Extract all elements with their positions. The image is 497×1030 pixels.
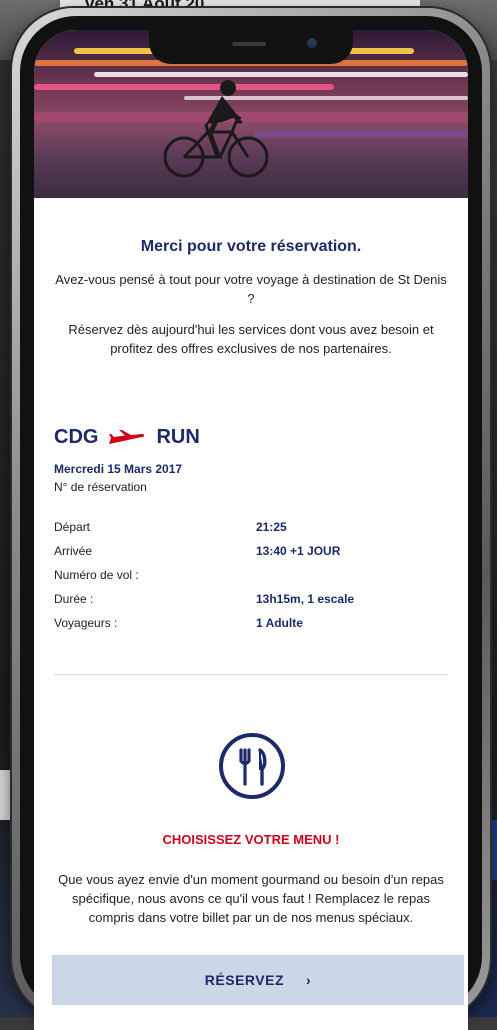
speaker-grille bbox=[232, 42, 266, 46]
detail-value: 21:25 bbox=[256, 520, 287, 534]
detail-row-flight-number: Numéro de vol : bbox=[54, 568, 448, 586]
flight-date: Mercredi 15 Mars 2017 bbox=[54, 462, 183, 476]
detail-label: Durée : bbox=[54, 592, 94, 606]
chevron-right-icon: › bbox=[306, 972, 312, 988]
detail-row-arrival: Arrivée 13:40 +1 JOUR bbox=[54, 544, 448, 562]
detail-label: Numéro de vol : bbox=[54, 568, 139, 582]
airplane-icon bbox=[109, 429, 145, 444]
phone-notch bbox=[149, 30, 353, 64]
menu-description: Que vous ayez envie d'un moment gourmand… bbox=[58, 872, 444, 925]
detail-value: 1 Adulte bbox=[256, 616, 303, 630]
detail-row-duration: Durée : 13h15m, 1 escale bbox=[54, 592, 448, 610]
reserve-button[interactable]: RÉSERVEZ › bbox=[52, 955, 464, 1005]
page-title: Merci pour votre réservation. bbox=[140, 238, 362, 255]
flight-route: CDG RUN bbox=[54, 426, 200, 449]
detail-row-travellers: Voyageurs : 1 Adulte bbox=[54, 616, 448, 634]
intro-text: Avez-vous pensé à tout pour votre voyage… bbox=[55, 272, 447, 306]
reserve-button-label: RÉSERVEZ bbox=[204, 972, 285, 988]
detail-value: 13:40 +1 JOUR bbox=[256, 544, 341, 558]
detail-label: Arrivée bbox=[54, 544, 93, 558]
section-divider bbox=[54, 674, 448, 675]
fork-knife-icon bbox=[219, 733, 285, 799]
detail-row-departure: Départ 21:25 bbox=[54, 520, 448, 538]
menu-title: CHOISISSEZ VOTRE MENU ! bbox=[162, 832, 340, 847]
reservation-label: N° de réservation bbox=[54, 480, 147, 494]
detail-value: 13h15m, 1 escale bbox=[256, 592, 355, 606]
email-screen: Merci pour votre réservation. Avez-vous … bbox=[34, 30, 468, 1030]
detail-label: Départ bbox=[54, 520, 91, 534]
services-text: Réservez dès aujourd'hui les services do… bbox=[68, 322, 434, 356]
origin-code: CDG bbox=[54, 426, 99, 448]
cyclist-silhouette bbox=[163, 80, 269, 178]
destination-code: RUN bbox=[156, 426, 200, 448]
detail-label: Voyageurs : bbox=[54, 616, 118, 630]
front-camera bbox=[307, 38, 317, 48]
phone-screen-wrapper: Merci pour votre réservation. Avez-vous … bbox=[12, 8, 490, 1030]
